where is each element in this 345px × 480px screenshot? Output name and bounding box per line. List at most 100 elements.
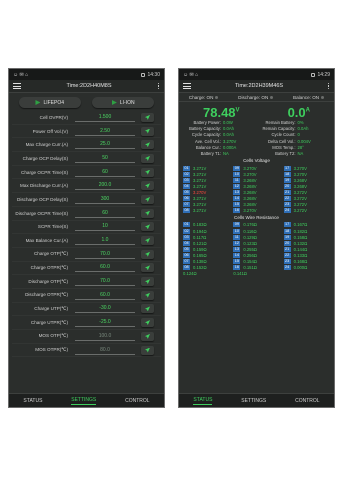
setting-value-field[interactable]: 1.0 bbox=[75, 236, 135, 246]
cell-number: 19 bbox=[283, 177, 291, 183]
send-icon bbox=[145, 142, 150, 148]
cell-number: 23 bbox=[283, 258, 291, 264]
apply-setting-button[interactable] bbox=[141, 249, 154, 259]
nav-settings[interactable]: SETTINGS bbox=[241, 398, 266, 404]
cell-value: 3.272V bbox=[293, 196, 307, 202]
setting-value-field[interactable]: 50 bbox=[75, 154, 135, 163]
setting-label: Cell OVPR(V) bbox=[39, 114, 68, 120]
cell-value: 3.268V bbox=[243, 183, 257, 189]
notification-icons: ☺ ✉ ⌂ bbox=[183, 71, 199, 78]
cell-value: 0.168Ω bbox=[293, 258, 308, 264]
setting-value-field[interactable]: 200.0 bbox=[75, 181, 135, 191]
setting-value-field[interactable]: -25.0 bbox=[75, 318, 135, 328]
apply-setting-button[interactable] bbox=[141, 208, 154, 218]
setting-label: Max Charge Curr.(A) bbox=[25, 142, 68, 148]
setting-value-field[interactable]: 70.0 bbox=[75, 277, 135, 287]
apply-setting-button[interactable] bbox=[141, 331, 154, 341]
setting-value-field[interactable]: 2.50 bbox=[75, 127, 135, 136]
apply-setting-button[interactable] bbox=[141, 290, 154, 300]
cell-number: 13 bbox=[233, 190, 241, 196]
setting-row: Charge OTP(℃) 70.0 bbox=[12, 248, 161, 262]
lifepo4-button[interactable]: LIFEPO4 bbox=[18, 97, 81, 108]
bottom-nav: STATUS SETTINGS CONTROL bbox=[179, 393, 334, 407]
apply-setting-button[interactable] bbox=[141, 318, 154, 328]
send-icon bbox=[145, 238, 150, 244]
cell-number: 04 bbox=[183, 183, 190, 189]
setting-value-field[interactable]: 300 bbox=[75, 195, 135, 204]
cell-value: 0.256Ω bbox=[243, 252, 257, 258]
apply-setting-button[interactable] bbox=[141, 153, 154, 163]
setting-value-field[interactable]: 10 bbox=[75, 222, 135, 232]
clock: 14:29 bbox=[317, 71, 330, 78]
setting-row: Max Balance Cur.(A) 1.0 bbox=[12, 234, 161, 248]
status-bar: ☺ ✉ ⌂ 14:29 bbox=[179, 69, 334, 80]
cell-value: 0.116Ω bbox=[243, 228, 257, 234]
more-options-icon[interactable] bbox=[157, 82, 160, 90]
setting-value-field[interactable]: 100.0 bbox=[75, 332, 135, 341]
apply-setting-button[interactable] bbox=[141, 126, 154, 136]
more-options-icon[interactable] bbox=[327, 82, 330, 90]
cell-value: 3.270V bbox=[193, 190, 207, 196]
setting-value-field[interactable]: 60.0 bbox=[75, 263, 135, 273]
balance-state: Balance: ON bbox=[293, 95, 325, 100]
setting-value-field[interactable]: -30.0 bbox=[75, 304, 135, 314]
menu-icon[interactable] bbox=[183, 83, 191, 89]
nav-status[interactable]: STATUS bbox=[193, 397, 213, 405]
setting-row: Discharge OCPR Time(S) 60 bbox=[12, 207, 161, 221]
menu-icon[interactable] bbox=[13, 83, 21, 89]
apply-setting-button[interactable] bbox=[141, 140, 154, 150]
setting-value-field[interactable]: 80.0 bbox=[75, 346, 135, 355]
setting-value-field[interactable]: 60.0 bbox=[75, 291, 135, 300]
nav-control[interactable]: CONTROL bbox=[125, 398, 149, 404]
setting-value-field[interactable]: 25.0 bbox=[75, 140, 135, 150]
apply-setting-button[interactable] bbox=[141, 112, 154, 122]
cell-value: 3.271V bbox=[193, 177, 207, 183]
nav-status[interactable]: STATUS bbox=[23, 398, 42, 404]
setting-value-field[interactable]: 1.500 bbox=[75, 113, 135, 122]
settings-list: Cell OVPR(V) 1.500 Power Off Vol.(V) 2.50 Ma… bbox=[9, 111, 164, 358]
li-ion-button[interactable]: LI-ION bbox=[92, 97, 155, 108]
setting-row: Power Off Vol.(V) 2.50 bbox=[12, 125, 161, 139]
apply-setting-button[interactable] bbox=[141, 277, 154, 287]
setting-value-field[interactable]: 60 bbox=[75, 168, 135, 177]
setting-value-field[interactable]: 60 bbox=[75, 209, 135, 218]
cell-value: 0.159Ω bbox=[193, 246, 207, 252]
runtime-title: Time:2D2H40M8S bbox=[66, 83, 112, 89]
battery-icon bbox=[311, 72, 316, 77]
nav-control[interactable]: CONTROL bbox=[295, 398, 319, 404]
play-icon bbox=[35, 100, 41, 105]
cells-resistance-grid: 01 0.183Ω 09 0.176Ω 17 0.167Ω 02 0.194Ω 10 0.116Ω… bbox=[179, 222, 334, 277]
apply-setting-button[interactable] bbox=[141, 194, 154, 204]
setting-row: MOS OTP(℃) 100.0 bbox=[12, 330, 161, 344]
cell-number: 13 bbox=[233, 246, 241, 252]
setting-row: Discharge OCP Delay(S) 300 bbox=[12, 193, 161, 207]
setting-label: Discharge OTPR(℃) bbox=[25, 292, 68, 298]
cell-entry bbox=[284, 271, 330, 277]
setting-label: Charge OTP(℃) bbox=[33, 251, 68, 257]
setting-row: SCPR Time(S) 10 bbox=[12, 221, 161, 235]
apply-setting-button[interactable] bbox=[141, 236, 154, 246]
cell-number: 07 bbox=[183, 202, 190, 208]
nav-settings[interactable]: SETTINGS bbox=[71, 397, 97, 405]
status-bar: ☺ ✉ ⌂ 14:30 bbox=[9, 69, 164, 80]
setting-value-field[interactable]: 70.0 bbox=[75, 250, 135, 259]
cell-number: 17 bbox=[283, 222, 291, 228]
apply-setting-button[interactable] bbox=[141, 304, 154, 314]
apply-setting-button[interactable] bbox=[141, 345, 154, 355]
apply-setting-button[interactable] bbox=[141, 222, 154, 232]
discharge-state: Discharge: ON bbox=[238, 95, 274, 100]
cell-number: 21 bbox=[283, 246, 291, 252]
cell-value: 3.268V bbox=[243, 202, 257, 208]
apply-setting-button[interactable] bbox=[141, 181, 154, 191]
cell-value: 0.123Ω bbox=[243, 240, 257, 246]
cell-number: 22 bbox=[283, 196, 291, 202]
charge-state: Charge: ON bbox=[189, 95, 219, 100]
main-readout: 78.48V 0.0A bbox=[179, 102, 334, 120]
setting-row: Charge OCP Delay(S) 50 bbox=[12, 152, 161, 166]
cell-value: 3.272V bbox=[293, 208, 307, 214]
apply-setting-button[interactable] bbox=[141, 263, 154, 273]
setting-row: Charge OTPR(℃) 60.0 bbox=[12, 262, 161, 276]
cell-number: 11 bbox=[233, 234, 241, 240]
cell-number: 18 bbox=[283, 171, 291, 177]
apply-setting-button[interactable] bbox=[141, 167, 154, 177]
